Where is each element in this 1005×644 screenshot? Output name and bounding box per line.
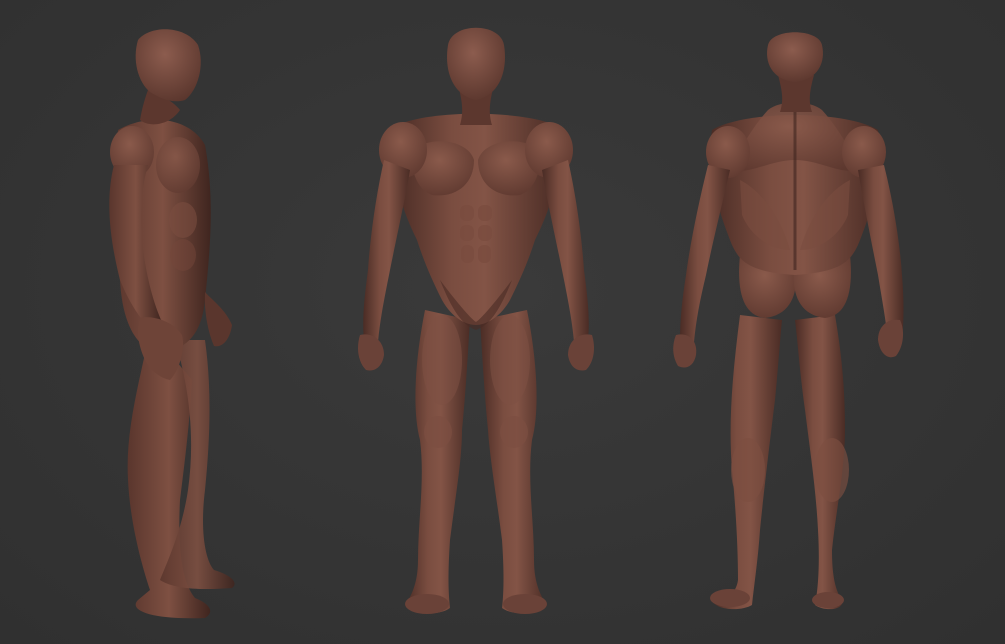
anatomy-render [109,27,904,619]
anatomy-render-viewport [0,0,1005,644]
figure-side-view [109,29,235,619]
figure-back-view [673,32,904,610]
figure-front-view [358,27,594,614]
